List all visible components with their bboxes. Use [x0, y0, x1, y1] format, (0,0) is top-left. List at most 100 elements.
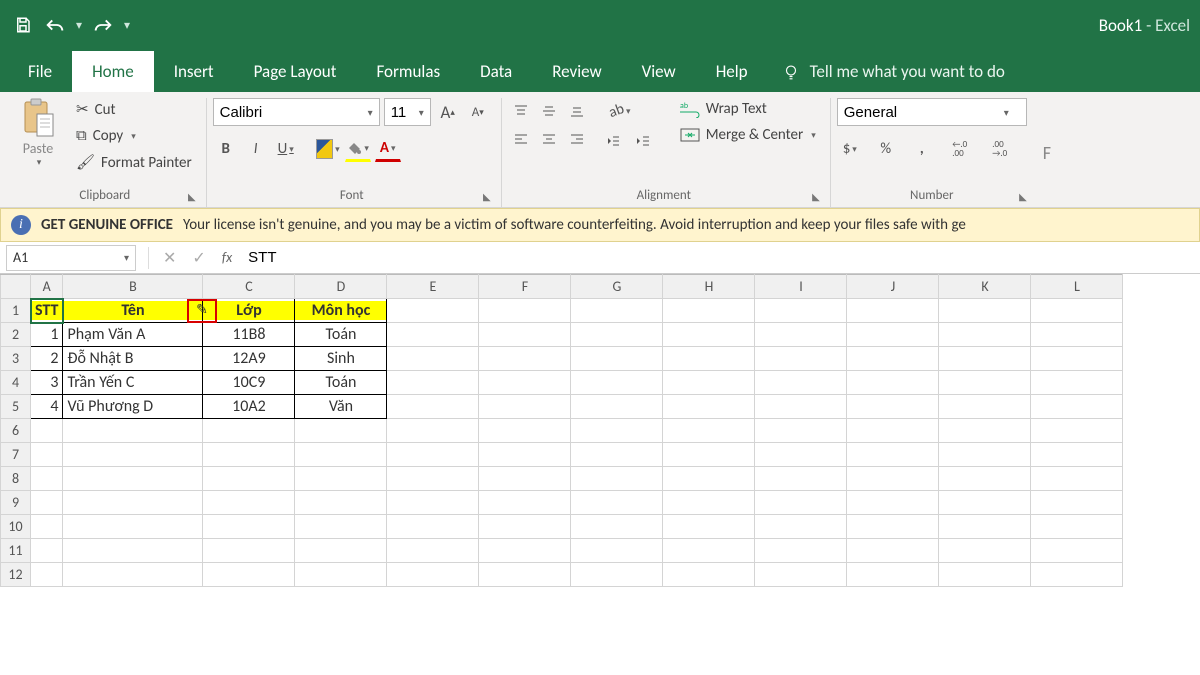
percent-format-button[interactable]: %	[873, 136, 899, 162]
cell-L1[interactable]	[1031, 299, 1123, 323]
cell-G2[interactable]	[571, 323, 663, 347]
cell-I3[interactable]	[755, 347, 847, 371]
cell-A9[interactable]	[31, 491, 63, 515]
name-box[interactable]: A1▾	[6, 245, 136, 271]
row-header-5[interactable]: 5	[1, 395, 31, 419]
cell-A6[interactable]	[31, 419, 63, 443]
col-header-E[interactable]: E	[387, 275, 479, 299]
cell-J4[interactable]	[847, 371, 939, 395]
cell-J5[interactable]	[847, 395, 939, 419]
cell-K11[interactable]	[939, 539, 1031, 563]
cell-G7[interactable]	[571, 443, 663, 467]
undo-dropdown[interactable]: ▾	[74, 18, 84, 33]
row-header-4[interactable]: 4	[1, 371, 31, 395]
cell-J11[interactable]	[847, 539, 939, 563]
tab-help[interactable]: Help	[696, 51, 768, 92]
cell-H11[interactable]	[663, 539, 755, 563]
cell-L3[interactable]	[1031, 347, 1123, 371]
cell-F2[interactable]	[479, 323, 571, 347]
cell-E3[interactable]	[387, 347, 479, 371]
row-header-6[interactable]: 6	[1, 419, 31, 443]
cell-L8[interactable]	[1031, 467, 1123, 491]
cell-J2[interactable]	[847, 323, 939, 347]
cell-F5[interactable]	[479, 395, 571, 419]
cell-K10[interactable]	[939, 515, 1031, 539]
cell-K4[interactable]	[939, 371, 1031, 395]
cell-G1[interactable]	[571, 299, 663, 323]
cell-A3[interactable]: 2	[31, 347, 63, 371]
cell-K1[interactable]	[939, 299, 1031, 323]
cell-C10[interactable]	[203, 515, 295, 539]
cell-G3[interactable]	[571, 347, 663, 371]
font-color-button[interactable]: A▾	[375, 136, 401, 162]
row-header-11[interactable]: 11	[1, 539, 31, 563]
cell-B1[interactable]: Tên	[63, 299, 203, 323]
cell-E5[interactable]	[387, 395, 479, 419]
number-dialog-launcher[interactable]: ◣	[1019, 190, 1027, 203]
cell-A8[interactable]	[31, 467, 63, 491]
alignment-dialog-launcher[interactable]: ◣	[812, 190, 820, 203]
align-bottom-button[interactable]	[564, 98, 590, 124]
cell-F7[interactable]	[479, 443, 571, 467]
cell-D8[interactable]	[295, 467, 387, 491]
cell-F4[interactable]	[479, 371, 571, 395]
cell-H4[interactable]	[663, 371, 755, 395]
cell-L12[interactable]	[1031, 563, 1123, 587]
cell-I5[interactable]	[755, 395, 847, 419]
cell-F9[interactable]	[479, 491, 571, 515]
row-header-10[interactable]: 10	[1, 515, 31, 539]
cell-H6[interactable]	[663, 419, 755, 443]
spreadsheet-grid[interactable]: ABCDEFGHIJKL1STTTênLớpMôn học21Phạm Văn …	[0, 274, 1200, 587]
row-header-2[interactable]: 2	[1, 323, 31, 347]
cell-I7[interactable]	[755, 443, 847, 467]
cell-D5[interactable]: Văn	[295, 395, 387, 419]
merge-center-button[interactable]: Merge & Center▾	[676, 124, 820, 146]
cell-L7[interactable]	[1031, 443, 1123, 467]
cell-F6[interactable]	[479, 419, 571, 443]
font-size-input[interactable]	[385, 99, 413, 125]
cell-J1[interactable]	[847, 299, 939, 323]
cell-B4[interactable]: Trần Yến C	[63, 371, 203, 395]
cell-B8[interactable]	[63, 467, 203, 491]
cell-K9[interactable]	[939, 491, 1031, 515]
tab-page-layout[interactable]: Page Layout	[234, 51, 357, 92]
col-header-L[interactable]: L	[1031, 275, 1123, 299]
cell-E1[interactable]	[387, 299, 479, 323]
cell-L6[interactable]	[1031, 419, 1123, 443]
cell-G6[interactable]	[571, 419, 663, 443]
tab-data[interactable]: Data	[460, 51, 532, 92]
orientation-button[interactable]: ab▾	[600, 98, 640, 124]
cell-F3[interactable]	[479, 347, 571, 371]
cell-G8[interactable]	[571, 467, 663, 491]
cell-C3[interactable]: 12A9	[203, 347, 295, 371]
cell-D2[interactable]: Toán	[295, 323, 387, 347]
cell-C8[interactable]	[203, 467, 295, 491]
cell-H12[interactable]	[663, 563, 755, 587]
cell-I6[interactable]	[755, 419, 847, 443]
cell-B3[interactable]: Đỗ Nhật B	[63, 347, 203, 371]
cell-E4[interactable]	[387, 371, 479, 395]
cell-A7[interactable]	[31, 443, 63, 467]
row-header-12[interactable]: 12	[1, 563, 31, 587]
cell-G5[interactable]	[571, 395, 663, 419]
tab-home[interactable]: Home	[72, 51, 154, 92]
col-header-F[interactable]: F	[479, 275, 571, 299]
cell-C5[interactable]: 10A2	[203, 395, 295, 419]
cell-K7[interactable]	[939, 443, 1031, 467]
border-button[interactable]: ▾	[315, 136, 341, 162]
col-header-C[interactable]: C	[203, 275, 295, 299]
number-format-combo[interactable]: ▾	[837, 98, 1027, 126]
cell-A12[interactable]	[31, 563, 63, 587]
tab-view[interactable]: View	[622, 51, 696, 92]
col-header-J[interactable]: J	[847, 275, 939, 299]
font-name-input[interactable]	[214, 99, 362, 125]
col-header-B[interactable]: B	[63, 275, 203, 299]
cell-C7[interactable]	[203, 443, 295, 467]
cell-H9[interactable]	[663, 491, 755, 515]
select-all-corner[interactable]	[1, 275, 31, 299]
cell-A10[interactable]	[31, 515, 63, 539]
italic-button[interactable]: I	[243, 136, 269, 162]
cell-B7[interactable]	[63, 443, 203, 467]
cell-E10[interactable]	[387, 515, 479, 539]
cell-J8[interactable]	[847, 467, 939, 491]
